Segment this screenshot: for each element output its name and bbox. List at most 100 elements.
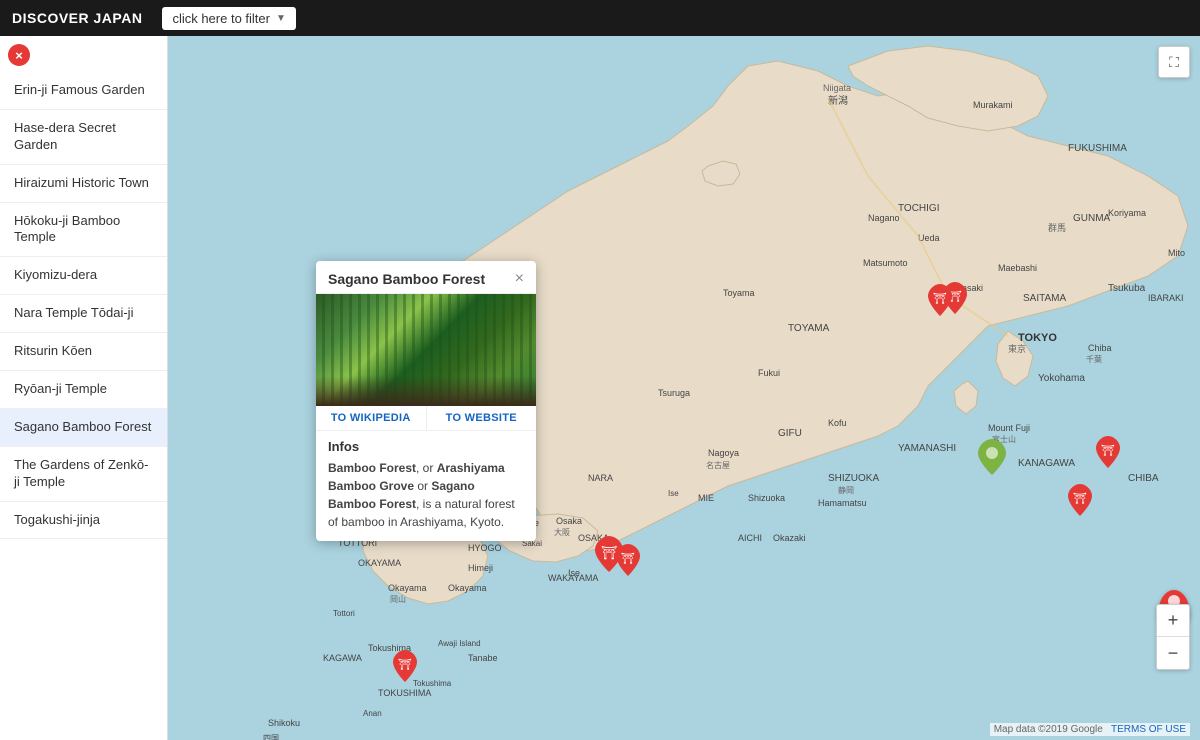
svg-text:TOCHIGI: TOCHIGI [898, 203, 939, 214]
svg-text:⛩: ⛩ [621, 552, 635, 565]
svg-text:OKAYAMA: OKAYAMA [358, 558, 401, 568]
svg-text:静岡: 静岡 [838, 485, 854, 495]
svg-text:Koriyama: Koriyama [1108, 208, 1146, 218]
svg-text:Okayama: Okayama [448, 583, 487, 593]
zoom-in-button[interactable]: + [1157, 605, 1189, 637]
popup-links: TO WIKIPEDIA TO WEBSITE [316, 406, 536, 431]
svg-text:GUNMA: GUNMA [1073, 213, 1111, 224]
app-title: DISCOVER JAPAN [12, 10, 142, 26]
popup-title: Sagano Bamboo Forest [328, 271, 485, 287]
marker-kyushu[interactable]: ⛩ [393, 650, 417, 687]
svg-text:KANAGAWA: KANAGAWA [1018, 458, 1075, 469]
svg-text:⛩: ⛩ [601, 545, 618, 560]
svg-text:AICHI: AICHI [738, 533, 762, 543]
svg-text:Nagano: Nagano [868, 213, 900, 223]
svg-text:Niigata: Niigata [823, 83, 851, 93]
marker-garden[interactable] [978, 439, 1006, 480]
svg-text:Tanabe: Tanabe [468, 653, 498, 663]
svg-text:⛩: ⛩ [1073, 492, 1087, 505]
sidebar-item-hase-dera[interactable]: Hase-dera Secret Garden [0, 110, 167, 165]
sidebar-item-ritsurin[interactable]: Ritsurin Kōen [0, 333, 167, 371]
svg-text:FUKUSHIMA: FUKUSHIMA [1068, 143, 1127, 154]
svg-text:TOKUSHIMA: TOKUSHIMA [378, 688, 431, 698]
marker-yokohama[interactable]: ⛩ [1068, 484, 1092, 521]
sidebar-item-togakushi[interactable]: Togakushi-jinja [0, 502, 167, 540]
svg-text:Shikoku: Shikoku [268, 718, 300, 728]
filter-button[interactable]: click here to filter ▼ [162, 7, 295, 30]
svg-text:SAITAMA: SAITAMA [1023, 293, 1066, 304]
svg-text:群馬: 群馬 [1048, 222, 1066, 233]
popup-image [316, 294, 536, 406]
sidebar-item-erin-ji[interactable]: Erin-ji Famous Garden [0, 72, 167, 110]
svg-text:Murakami: Murakami [973, 100, 1013, 110]
svg-text:Mount Fuji: Mount Fuji [988, 423, 1030, 433]
svg-text:Ise: Ise [668, 489, 679, 498]
sidebar-item-sagano[interactable]: Sagano Bamboo Forest [0, 409, 167, 447]
svg-text:HYOGO: HYOGO [468, 543, 502, 553]
svg-text:NARA: NARA [588, 473, 613, 483]
popup-close-button[interactable]: × [515, 271, 524, 287]
svg-text:IBARAKI: IBARAKI [1148, 293, 1184, 303]
marker-nikko2[interactable]: ⛩ [928, 284, 952, 321]
sidebar-list: Erin-ji Famous GardenHase-dera Secret Ga… [0, 72, 167, 539]
svg-text:千葉: 千葉 [1086, 354, 1102, 364]
svg-text:四国: 四国 [263, 734, 279, 740]
svg-text:Shizuoka: Shizuoka [748, 493, 785, 503]
close-button[interactable]: × [8, 44, 30, 66]
svg-text:Okayama: Okayama [388, 583, 427, 593]
sidebar-item-hokoku-ji[interactable]: Hōkoku-ji Bamboo Temple [0, 203, 167, 258]
svg-text:Tottori: Tottori [333, 609, 355, 618]
svg-text:Awaji Island: Awaji Island [438, 639, 481, 648]
sidebar-item-ryoan-ji[interactable]: Ryōan-ji Temple [0, 371, 167, 409]
svg-text:Tsuruga: Tsuruga [658, 388, 690, 398]
map-background: 新潟 Niigata Murakami FUKUSHIMA Koriyama U… [168, 36, 1200, 740]
svg-text:TOKYO: TOKYO [1018, 332, 1057, 344]
svg-text:WAKAYAMA: WAKAYAMA [548, 573, 598, 583]
svg-text:Okazaki: Okazaki [773, 533, 806, 543]
sidebar-item-nara-temple[interactable]: Nara Temple Tōdai-ji [0, 295, 167, 333]
sidebar-item-hiraizumi[interactable]: Hiraizumi Historic Town [0, 165, 167, 203]
svg-text:KAGAWA: KAGAWA [323, 653, 362, 663]
sidebar-item-kiyomizu[interactable]: Kiyomizu-dera [0, 257, 167, 295]
svg-text:名古屋: 名古屋 [706, 460, 730, 470]
svg-text:Toyama: Toyama [723, 288, 755, 298]
marker-tokyo[interactable]: ⛩ [1096, 436, 1120, 473]
popup-infos: Infos Bamboo Forest, or Arashiyama Bambo… [316, 431, 536, 541]
svg-text:MIE: MIE [698, 493, 714, 503]
svg-text:Mito: Mito [1168, 248, 1185, 258]
zoom-controls: + − [1156, 604, 1190, 670]
svg-text:Yokohama: Yokohama [1038, 373, 1085, 384]
svg-text:Hamamatsu: Hamamatsu [818, 498, 867, 508]
attribution-text: Map data ©2019 Google [994, 724, 1103, 735]
svg-text:Anan: Anan [363, 709, 382, 718]
chevron-down-icon: ▼ [276, 13, 286, 24]
terms-link[interactable]: TERMS OF USE [1111, 724, 1186, 735]
sidebar-item-zenko-ji[interactable]: The Gardens of Zenkō-ji Temple [0, 447, 167, 502]
svg-text:SHIZUOKA: SHIZUOKA [828, 473, 879, 484]
location-popup: Sagano Bamboo Forest × TO WIKIPEDIA TO W… [316, 261, 536, 541]
svg-text:Nagoya: Nagoya [708, 448, 739, 458]
map-attribution: Map data ©2019 Google TERMS OF USE [990, 723, 1190, 736]
svg-text:Maebashi: Maebashi [998, 263, 1037, 273]
svg-text:Tsukuba: Tsukuba [1108, 283, 1146, 294]
svg-text:CHIBA: CHIBA [1128, 473, 1159, 484]
svg-text:Himeji: Himeji [468, 563, 493, 573]
map-container[interactable]: 新潟 Niigata Murakami FUKUSHIMA Koriyama U… [168, 36, 1200, 740]
svg-text:東京: 東京 [1008, 343, 1026, 354]
wikipedia-link[interactable]: TO WIKIPEDIA [316, 406, 426, 430]
svg-text:Kofu: Kofu [828, 418, 847, 428]
fullscreen-icon: ⛶ [1169, 54, 1179, 71]
filter-label: click here to filter [172, 11, 270, 26]
svg-text:⛩: ⛩ [1101, 444, 1115, 457]
popup-infos-text: Bamboo Forest, or Arashiyama Bamboo Grov… [328, 459, 524, 531]
svg-text:Fukui: Fukui [758, 368, 780, 378]
header: DISCOVER JAPAN click here to filter ▼ [0, 0, 1200, 36]
svg-text:YAMANASHI: YAMANASHI [898, 443, 956, 454]
svg-text:TOYAMA: TOYAMA [788, 323, 830, 334]
zoom-out-button[interactable]: − [1157, 637, 1189, 669]
marker-kyoto2[interactable]: ⛩ [616, 544, 640, 581]
fullscreen-button[interactable]: ⛶ [1158, 46, 1190, 78]
svg-text:Chiba: Chiba [1088, 343, 1112, 353]
svg-text:岡山: 岡山 [390, 594, 406, 604]
website-link[interactable]: TO WEBSITE [427, 406, 537, 430]
